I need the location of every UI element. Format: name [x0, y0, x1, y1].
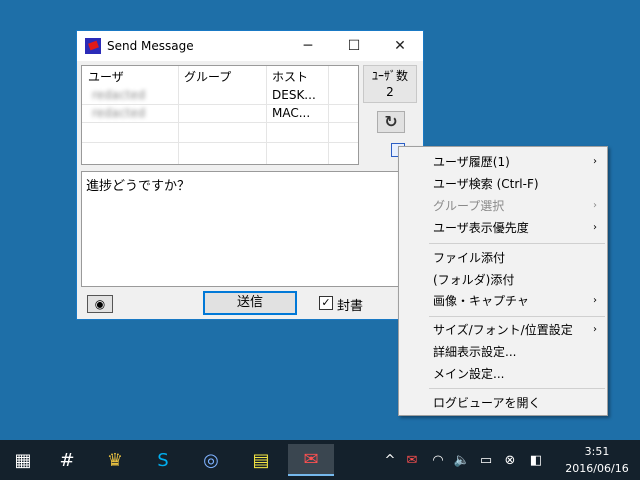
submenu-arrow-icon: › — [593, 156, 597, 167]
menu-item-label: 画像・キャプチャ — [433, 294, 529, 308]
submenu-arrow-icon: › — [593, 295, 597, 306]
menu-item-label: (フォルダ)添付 — [433, 273, 515, 287]
calculator-icon[interactable]: ▦ — [0, 444, 46, 476]
block-icon[interactable]: ⊗ — [500, 440, 520, 480]
menu-item-size-font-position[interactable]: サイズ/フォント/位置設定 › — [399, 319, 607, 341]
menu-item-user-history[interactable]: ユーザ履歴(1) › — [399, 151, 607, 173]
menu-item-user-display-priority[interactable]: ユーザ表示優先度 › — [399, 217, 607, 239]
menu-separator — [429, 316, 605, 317]
clock-date: 2016/06/16 — [565, 462, 629, 475]
menu-item-label: 詳細表示設定... — [433, 345, 517, 359]
title-bar[interactable]: Send Message ─ ☐ ✕ — [77, 31, 423, 61]
row-divider — [82, 142, 358, 143]
column-header-group[interactable]: グループ — [178, 68, 231, 86]
table-row-user[interactable]: redacted — [86, 104, 176, 122]
menu-item-main-settings[interactable]: メイン設定... — [399, 363, 607, 385]
menu-item-label: メイン設定... — [433, 367, 505, 381]
menu-item-label: ログビューアを開く — [433, 396, 541, 410]
globe-icon[interactable]: ◎ — [188, 444, 234, 476]
send-message-window: Send Message ─ ☐ ✕ ユーザ グループ ホスト redacted… — [76, 30, 424, 320]
menu-item-file-attach[interactable]: ファイル添付 — [399, 247, 607, 269]
attach-button[interactable]: ◉ — [87, 295, 113, 313]
ipmsg-icon[interactable]: ✉ — [288, 444, 334, 476]
notes-icon[interactable]: ▭ — [476, 440, 496, 480]
tray-chevron-icon[interactable]: ^ — [380, 440, 400, 480]
user-list-table[interactable]: ユーザ グループ ホスト redacted DESK... redacted M… — [81, 65, 359, 165]
menu-item-label: ファイル添付 — [433, 251, 506, 265]
user-count-box: ﾕｰｻﾞ数 2 — [363, 65, 417, 103]
context-menu: ユーザ履歴(1) › ユーザ検索 (Ctrl-F) グループ選択 › ユーザ表示… — [398, 146, 608, 416]
menu-item-image-capture[interactable]: 画像・キャプチャ › — [399, 290, 607, 312]
clock[interactable]: 3:51 2016/06/16 — [560, 443, 634, 477]
table-row-host[interactable]: DESK... — [266, 86, 328, 104]
table-row-host[interactable]: MAC... — [266, 104, 328, 122]
menu-item-label: サイズ/フォント/位置設定 — [433, 323, 573, 337]
row-divider — [82, 122, 358, 123]
network-icon[interactable]: ◠ — [428, 440, 448, 480]
maximize-button[interactable]: ☐ — [331, 31, 377, 61]
column-header-user[interactable]: ユーザ — [82, 68, 124, 86]
clock-time: 3:51 — [584, 445, 610, 458]
message-input[interactable]: 進捗どうですか？ — [81, 171, 421, 287]
menu-item-user-search[interactable]: ユーザ検索 (Ctrl-F) — [399, 173, 607, 195]
notepad-icon[interactable]: ▤ — [238, 444, 284, 476]
menu-separator — [429, 243, 605, 244]
column-header-host[interactable]: ホスト — [266, 68, 308, 86]
ipmsg-app-icon — [85, 38, 101, 54]
user-count-value: 2 — [386, 85, 394, 99]
seal-label[interactable]: 封書 — [337, 295, 363, 314]
table-row-group[interactable] — [178, 86, 266, 104]
submenu-arrow-icon: › — [593, 324, 597, 335]
table-row-user[interactable]: redacted — [86, 86, 176, 104]
bottom-bar: ◉ 送信 ✓ 封書 — [77, 287, 423, 319]
menu-item-open-log-viewer[interactable]: ログビューアを開く — [399, 392, 607, 414]
submenu-arrow-icon: › — [593, 222, 597, 233]
refresh-button[interactable]: ↻ — [377, 111, 405, 133]
close-button[interactable]: ✕ — [377, 31, 423, 61]
menu-item-detail-display[interactable]: 詳細表示設定... — [399, 341, 607, 363]
menu-item-group-select: グループ選択 › — [399, 195, 607, 217]
table-row-group[interactable] — [178, 104, 266, 122]
tray-app-icon[interactable]: ◧ — [526, 440, 546, 480]
submenu-arrow-icon: › — [593, 200, 597, 211]
window-title: Send Message — [107, 39, 194, 53]
menu-separator — [429, 388, 605, 389]
send-button[interactable]: 送信 — [203, 291, 297, 315]
tray-ipmsg-icon[interactable]: ✉ — [402, 440, 422, 480]
menu-item-label: ユーザ表示優先度 — [433, 221, 529, 235]
seal-checkbox[interactable]: ✓ — [319, 296, 333, 310]
menu-item-folder-attach[interactable]: (フォルダ)添付 — [399, 269, 607, 291]
volume-icon[interactable]: 🔈 — [452, 440, 472, 480]
column-divider — [328, 66, 329, 164]
user-count-label: ﾕｰｻﾞ数 — [371, 69, 408, 83]
menu-item-label: ユーザ検索 (Ctrl-F) — [433, 177, 539, 191]
menu-item-label: グループ選択 — [433, 199, 505, 213]
slack-icon[interactable]: # — [44, 444, 90, 476]
menu-item-label: ユーザ履歴(1) — [433, 155, 510, 169]
minimize-button[interactable]: ─ — [285, 31, 331, 61]
crest-icon[interactable]: ♛ — [92, 444, 138, 476]
taskbar: ▦ # ♛ S ◎ ▤ ✉ ^ ✉ ◠ 🔈 ▭ ⊗ ◧ 3:51 2016/06… — [0, 440, 640, 480]
skype-icon[interactable]: S — [140, 444, 186, 476]
